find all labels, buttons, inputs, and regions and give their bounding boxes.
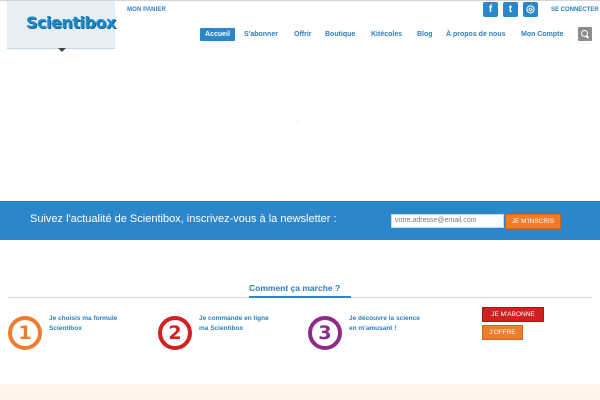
nav-item-sabonner[interactable]: S'abonner [244,28,278,41]
newsletter-text: Suivez l'actualité de Scientibox, inscri… [30,213,337,225]
nav-item-blog[interactable]: Blog [417,28,433,41]
cart-link[interactable]: MON PANIER [127,7,166,13]
nav-item-mon-compte[interactable]: Mon Compte [521,28,563,41]
search-button[interactable] [578,27,592,41]
step-3-number: 3 [308,316,342,350]
twitter-icon[interactable]: t [503,2,518,17]
nav-item-boutique[interactable]: Boutique [325,28,355,41]
footer-band [0,384,600,400]
nav-item-kitecoles[interactable]: Kitécoles [371,28,402,41]
title-underline [249,296,351,298]
login-link[interactable]: SE CONNECTER [551,7,599,13]
logo: Scientibox [26,13,116,32]
step-2-number: 2 [158,316,192,350]
caret-down-icon [58,48,66,52]
facebook-icon[interactable]: f [483,2,498,17]
newsletter-email-input[interactable]: votre.adresse@email.com [391,214,504,228]
step-2-text: Je commande en ligne ma Scientibox [199,315,269,332]
gift-button[interactable]: J'OFFRE [482,325,523,340]
nav-item-offrir[interactable]: Offrir [294,28,312,41]
hero-placeholder [297,121,299,122]
step-1-text: Je choisis ma formule Scientibox [49,315,118,332]
subscribe-button[interactable]: JE M'ABONNE [482,307,544,322]
newsletter-subscribe-button[interactable]: JE M'INSCRIS [505,214,561,229]
step-1-number: 1 [8,316,42,350]
how-it-works-title: Comment ça marche ? [249,283,341,293]
nav-item-a-propos[interactable]: À propos de nous [446,28,506,41]
newsletter-band: Suivez l'actualité de Scientibox, inscri… [0,201,600,240]
nav-item-accueil[interactable]: Accueil [200,28,235,41]
step-3-text: Je découvre la science en m'amusant ! [349,315,420,332]
logo-link[interactable]: Scientibox [7,1,116,49]
instagram-icon[interactable]: ◎ [523,2,538,17]
